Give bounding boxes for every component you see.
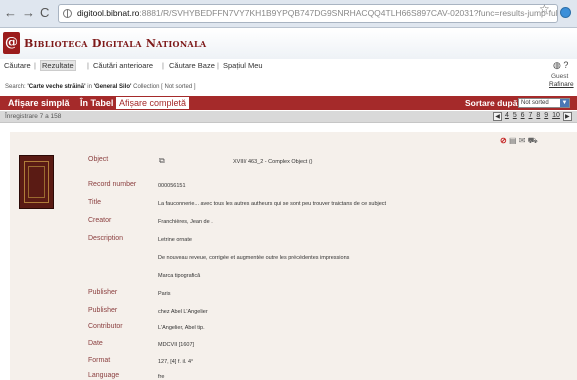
menu-item-my-space[interactable]: Spațiul Meu <box>223 61 263 70</box>
next-page-icon[interactable]: ▶ <box>562 112 572 121</box>
forward-arrow-icon[interactable]: → <box>22 5 35 21</box>
field-value: Letrine ornate <box>158 237 192 243</box>
field-value: La fauconnerie... avec tous les autres a… <box>158 201 387 207</box>
globe-icon <box>63 9 72 18</box>
field-value: De nouveau reveue, corrigée et augmentée… <box>158 255 350 261</box>
field-value: 127, [4] f. il. 4° <box>158 359 194 365</box>
page-link[interactable]: 4 <box>505 112 509 119</box>
url-path: :8881/R/SVHYBEDFFN7VY7KH1B9YPQB747DG9SNR… <box>139 8 558 18</box>
page-link[interactable]: 7 <box>529 112 533 119</box>
logo-icon[interactable]: @ <box>3 32 20 54</box>
field-value[interactable]: XVIII/ 463_2 - Complex Object () <box>233 159 312 165</box>
field-label: Contributor <box>88 323 123 330</box>
back-arrow-icon[interactable]: ← <box>4 5 17 21</box>
field-value: 000056151 <box>158 183 186 189</box>
field-label: Description <box>88 235 124 242</box>
site-title[interactable]: Biblioteca Digitala Nationala <box>24 37 206 50</box>
prev-page-icon[interactable]: ◀ <box>493 112 502 121</box>
field-label: Record number <box>88 181 137 188</box>
sort-label: Sortare după: <box>465 98 521 108</box>
search-scope: 'General Silo' <box>93 84 132 90</box>
record-count-bar: Înregistrare 7 a 158 ◀ 4 5 6 7 8 9 10 ▶ <box>0 111 577 123</box>
menu-separator: | <box>87 61 89 70</box>
menu-item-database-search[interactable]: Căutare Baze <box>169 61 215 70</box>
sort-select[interactable]: Not sorted ▼ <box>518 98 570 108</box>
field-label: Language <box>88 372 120 379</box>
site-header: @ Biblioteca Digitala Nationala <box>0 29 577 59</box>
view-bar: Afișare simplă În Tabel Afișare completă… <box>0 96 577 110</box>
help-icon[interactable]: ? <box>563 60 568 70</box>
no-entry-icon[interactable]: ⊘ <box>500 136 507 145</box>
chevron-down-icon[interactable]: ▼ <box>560 99 569 107</box>
bookmark-star-icon[interactable]: ☆ <box>539 2 550 16</box>
search-query: 'Carte veche străină' <box>27 84 86 90</box>
page-link[interactable]: 9 <box>544 112 548 119</box>
field-value[interactable]: L'Angelier, Abel tip. <box>158 325 205 331</box>
guest-label: Guest <box>551 73 569 80</box>
page-link[interactable]: 10 <box>552 112 560 119</box>
field-value[interactable]: Franchières, Jean de . <box>158 219 213 225</box>
refine-link[interactable]: Rafinare <box>549 81 574 88</box>
field-label: Publisher <box>88 307 118 314</box>
field-label: Publisher <box>88 289 118 296</box>
address-bar[interactable]: digitool.bibnat.ro:8881/R/SVHYBEDFFN7VY7… <box>58 4 558 23</box>
field-value: MDCVII [1607] <box>158 342 195 348</box>
field-label: Object <box>88 156 109 163</box>
record-actions: ⊘ ▤ ✉ ⛟ <box>500 136 538 146</box>
field-label: Title <box>88 199 101 206</box>
page-link[interactable]: 6 <box>521 112 525 119</box>
complex-object-icon[interactable]: ⧉ <box>159 156 171 166</box>
field-label: Creator <box>88 217 112 224</box>
menu-item-results[interactable]: Rezultate <box>40 60 76 71</box>
browser-toolbar: ← → C digitool.bibnat.ro:8881/R/SVHYBEDF… <box>0 0 577 28</box>
cart-icon[interactable]: ⛟ <box>528 136 538 145</box>
menu-item-previous-searches[interactable]: Căutări anterioare <box>93 61 153 70</box>
extension-icon[interactable] <box>560 7 571 18</box>
field-value: Marca tipografică <box>158 273 201 279</box>
field-value: fre <box>158 374 165 380</box>
field-value: chez Abel L'Angelier <box>158 309 208 315</box>
book-cover-thumbnail[interactable] <box>19 155 54 209</box>
field-label: Date <box>88 340 103 347</box>
page-link[interactable]: 8 <box>536 112 540 119</box>
record-count: Înregistrare 7 a 158 <box>5 113 62 120</box>
tab-table-view[interactable]: În Tabel <box>80 98 113 108</box>
menu-item-search[interactable]: Căutare <box>4 61 31 70</box>
tab-simple-view[interactable]: Afișare simplă <box>8 98 70 108</box>
globe-language-icon[interactable]: ◍ <box>553 60 561 70</box>
save-icon[interactable]: ▤ <box>509 136 517 145</box>
email-icon[interactable]: ✉ <box>519 136 526 145</box>
field-value: Paris <box>158 291 171 297</box>
main-menu: Căutare | Rezultate | Căutări anterioare… <box>0 59 577 72</box>
reload-icon[interactable]: C <box>40 5 49 21</box>
pagination: ◀ 4 5 6 7 8 9 10 ▶ <box>493 112 572 121</box>
tool-icons: ◍ ? <box>553 60 568 71</box>
url-host: digitool.bibnat.ro <box>77 8 140 18</box>
page-link[interactable]: 5 <box>513 112 517 119</box>
menu-separator: | <box>34 61 36 70</box>
menu-separator: | <box>162 61 164 70</box>
tab-full-view[interactable]: Afișare completă <box>116 97 190 109</box>
field-label: Format <box>88 357 111 364</box>
search-summary: Search: 'Carte veche străină' in 'Genera… <box>5 84 196 90</box>
menu-separator: | <box>217 61 219 70</box>
